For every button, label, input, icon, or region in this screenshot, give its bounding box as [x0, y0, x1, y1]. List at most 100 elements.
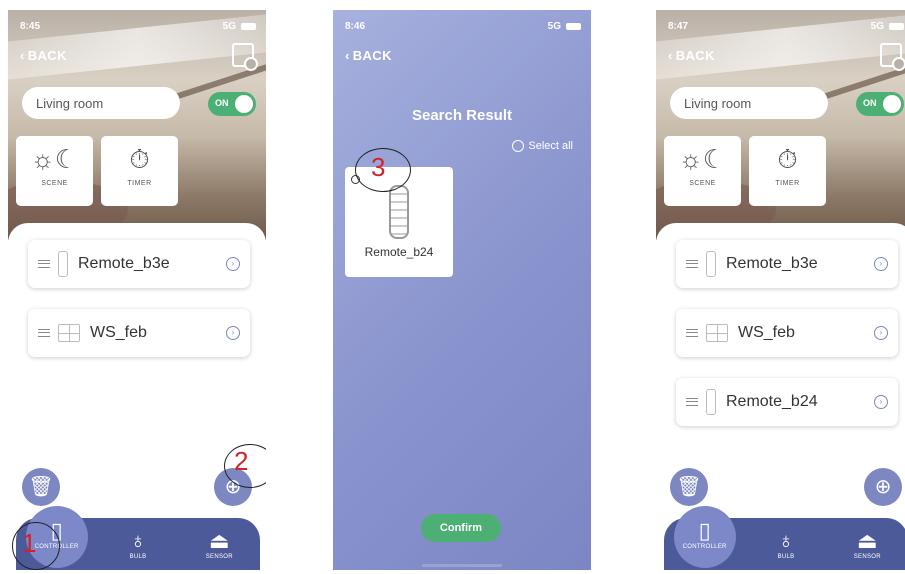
device-item-ws-feb[interactable]: WS_feb › [28, 309, 250, 357]
home-indicator [422, 564, 502, 567]
select-all-option[interactable]: Select all [512, 140, 573, 152]
bulb-icon: ♁ [129, 528, 147, 553]
power-toggle[interactable]: ON [208, 92, 256, 116]
chevron-right-icon[interactable]: › [226, 326, 240, 340]
drag-handle-icon[interactable] [38, 329, 50, 337]
annotation-number-1: 1 [22, 528, 37, 558]
screen-3: 8:47 5G ‹ BACK Living room ON ☼☾ SCENE ⏱ … [656, 10, 905, 570]
bottom-nav: ▯ CONTROLLER ♁ BULB ⏏ SENSOR [664, 506, 905, 570]
document-settings-icon[interactable] [232, 43, 258, 71]
screen-1: 8:45 5G ‹ BACK Living room ON ☼☾ SCENE ⏱ … [8, 10, 266, 570]
status-time: 8:46 [345, 20, 366, 32]
chevron-left-icon: ‹ [20, 48, 25, 63]
annotation-number-3: 3 [371, 152, 386, 182]
tab-sensor-label: SENSOR [205, 554, 233, 560]
device-name: Remote_b3e [726, 255, 818, 272]
status-time: 8:47 [668, 20, 689, 32]
status-time: 8:45 [20, 20, 41, 32]
device-item-remote-b24[interactable]: Remote_b24 › [676, 378, 898, 426]
drag-handle-icon[interactable] [686, 260, 698, 268]
confirm-button[interactable]: Confirm [421, 514, 501, 542]
device-item-remote-b3e[interactable]: Remote_b3e › [28, 240, 250, 288]
timer-label: TIMER [127, 180, 152, 187]
remote-icon [389, 185, 409, 239]
sensor-icon: ⏏ [856, 528, 878, 553]
radio-icon[interactable] [512, 140, 525, 152]
chevron-right-icon[interactable]: › [874, 395, 888, 409]
controller-icon: ▯ [698, 518, 711, 543]
timer-icon: ⏱ [129, 144, 150, 174]
sensor-icon: ⏏ [208, 528, 230, 553]
device-name: WS_feb [90, 324, 147, 341]
device-name: Remote_b3e [78, 255, 170, 272]
tab-bulb[interactable]: ♁ BULB [755, 528, 817, 560]
annotation-number-2: 2 [234, 446, 249, 476]
timer-tile[interactable]: ⏱ TIMER [749, 136, 826, 206]
status-bar: 8:47 5G [668, 19, 904, 33]
tab-bulb-label: BULB [129, 554, 147, 560]
tab-controller-label: CONTROLLER [682, 544, 727, 550]
trash-icon: 🗑 [28, 476, 54, 498]
tab-sensor[interactable]: ⏏ SENSOR [836, 528, 898, 560]
status-bar: 8:45 5G [20, 19, 256, 33]
bulb-icon: ♁ [777, 528, 795, 553]
timer-label: TIMER [775, 180, 800, 187]
chevron-left-icon: ‹ [345, 48, 350, 63]
back-label: BACK [27, 48, 67, 63]
scene-tile[interactable]: ☼☾ SCENE [664, 136, 741, 206]
switch-icon [58, 324, 80, 342]
chevron-right-icon[interactable]: › [874, 326, 888, 340]
device-item-remote-b3e[interactable]: Remote_b3e › [676, 240, 898, 288]
signal-label: 5G [222, 20, 236, 32]
battery-icon [889, 22, 904, 30]
device-name: WS_feb [738, 324, 795, 341]
plus-circle-icon: ⊕ [874, 476, 892, 498]
device-item-ws-feb[interactable]: WS_feb › [676, 309, 898, 357]
room-name-field[interactable]: Living room [22, 87, 180, 119]
scene-label: SCENE [689, 180, 716, 187]
tab-sensor-label: SENSOR [853, 554, 881, 560]
drag-handle-icon[interactable] [686, 329, 698, 337]
chevron-left-icon: ‹ [668, 48, 673, 63]
signal-label: 5G [870, 20, 884, 32]
timer-icon: ⏱ [777, 144, 798, 174]
drag-handle-icon[interactable] [38, 260, 50, 268]
drag-handle-icon[interactable] [686, 398, 698, 406]
chevron-right-icon[interactable]: › [226, 257, 240, 271]
select-all-label: Select all [528, 140, 573, 152]
signal-label: 5G [547, 20, 561, 32]
device-name: Remote_b24 [726, 393, 818, 410]
scene-label: SCENE [41, 180, 68, 187]
add-button[interactable]: ⊕ [864, 468, 902, 506]
trash-icon: 🗑 [676, 476, 702, 498]
document-settings-icon[interactable] [880, 43, 905, 71]
scene-tile[interactable]: ☼☾ SCENE [16, 136, 93, 206]
power-toggle[interactable]: ON [856, 92, 904, 116]
switch-icon [706, 324, 728, 342]
status-bar: 8:46 5G [345, 19, 581, 33]
remote-icon [58, 251, 68, 277]
back-label: BACK [352, 48, 392, 63]
tab-sensor[interactable]: ⏏ SENSOR [188, 528, 250, 560]
back-label: BACK [675, 48, 715, 63]
battery-icon [566, 22, 581, 30]
scene-icon: ☼☾ [30, 144, 79, 174]
room-name-field[interactable]: Living room [670, 87, 828, 119]
scene-icon: ☼☾ [678, 144, 727, 174]
page-title: Search Result [411, 107, 513, 124]
chevron-right-icon[interactable]: › [874, 257, 888, 271]
delete-button[interactable]: 🗑 [670, 468, 708, 506]
back-button[interactable]: ‹ BACK [668, 48, 715, 63]
tab-controller[interactable]: ▯ CONTROLLER [673, 506, 736, 568]
battery-icon [241, 22, 256, 30]
tab-bulb-label: BULB [777, 554, 795, 560]
remote-icon [706, 251, 716, 277]
back-button[interactable]: ‹ BACK [20, 48, 67, 63]
delete-button[interactable]: 🗑 [22, 468, 60, 506]
result-name: Remote_b24 [364, 245, 434, 259]
tab-bulb[interactable]: ♁ BULB [107, 528, 169, 560]
timer-tile[interactable]: ⏱ TIMER [101, 136, 178, 206]
back-button[interactable]: ‹ BACK [345, 48, 392, 63]
remote-icon [706, 389, 716, 415]
screen-2: 8:46 5G ‹ BACK Search Result Select all R… [333, 10, 591, 570]
